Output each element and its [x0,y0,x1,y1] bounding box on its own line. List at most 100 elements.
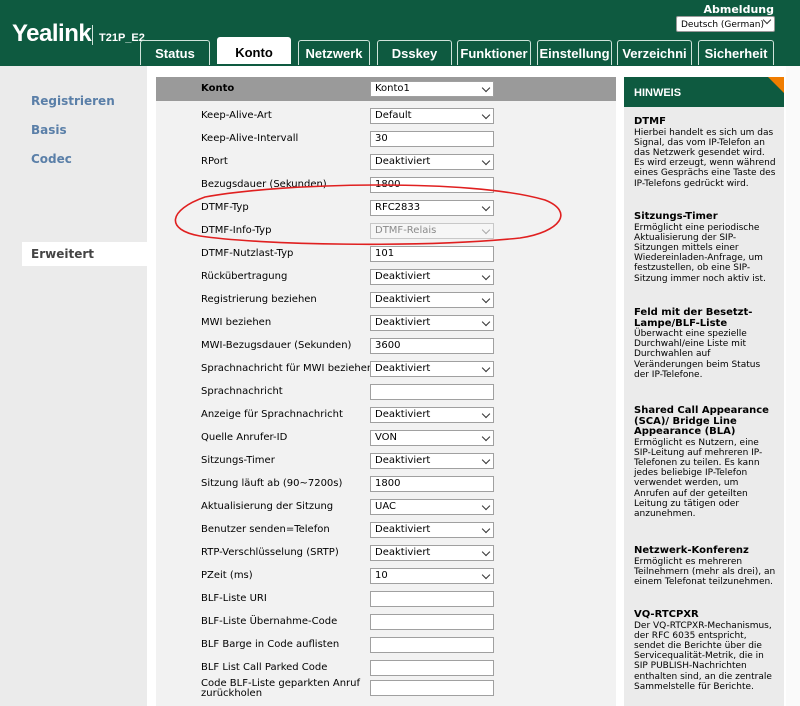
field-value: 3600 [375,340,401,351]
logout-link[interactable]: Abmeldung [704,3,775,16]
top-header: Yealink T21P_E2 Abmeldung Deutsch (Germa… [0,0,800,66]
setting-select[interactable]: Deaktiviert [370,407,494,423]
sidebar-item-codec[interactable]: Codec [31,152,72,166]
sidebar: Registrieren Basis Codec Erweitert [0,66,147,706]
setting-input[interactable]: 1800 [370,476,494,492]
page-scrollbar[interactable] [786,66,800,706]
setting-input[interactable] [370,384,494,400]
setting-select[interactable]: Deaktiviert [370,361,494,377]
field-value: Deaktiviert [375,455,431,466]
field-value: Deaktiviert [375,524,431,535]
hint-section-text: Ermöglicht es Nutzern, eine SIP-Leitung … [634,437,763,519]
setting-input[interactable]: 101 [370,246,494,262]
tab-einstellung[interactable]: Einstellung [537,40,612,65]
row-label: BLF-Liste Übernahme-Code [201,616,338,627]
row-label: RTP-Verschlüsselung (SRTP) [201,547,339,558]
chevron-down-icon [481,271,491,281]
chevron-down-icon [481,156,491,166]
hint-header: HINWEIS [624,77,784,107]
settings-panel: Konto Konto1 Keep-Alive-Art Default Keep-A… [156,77,616,706]
row-label: Code BLF-Liste geparkten Anruf zurückhol… [201,678,360,699]
chevron-down-icon [481,317,491,327]
chevron-down-icon [481,294,491,304]
hint-corner-decoration [768,77,784,93]
chevron-down-icon [481,110,491,120]
row-label: Quelle Anrufer-ID [201,432,288,443]
tab-sicherheit[interactable]: Sicherheit [698,40,774,65]
hint-section-vq-rtcpxr: VQ-RTCPXR Der VQ-RTCPXR-Mechanismus, der … [634,609,776,692]
tab-verzeichnis[interactable]: Verzeichni [617,40,692,65]
chevron-down-icon [481,202,491,212]
setting-input[interactable]: 1800 [370,177,494,193]
field-value: Default [375,110,412,121]
sidebar-item-erweitert[interactable]: Erweitert [22,242,147,266]
hint-section-session-timer: Sitzungs-Timer Ermöglicht eine periodisch… [634,211,776,284]
tab-dsskey[interactable]: Dsskey [377,40,452,65]
row-label: DTMF-Info-Typ [201,225,272,236]
field-value: Deaktiviert [375,363,431,374]
chevron-down-icon [481,409,491,419]
chevron-down-icon [481,83,491,93]
setting-input[interactable] [370,637,494,653]
hint-section-title: Shared Call Appearance (SCA)/ Bridge Lin… [634,405,769,437]
hint-section-text: Der VQ-RTCPXR-Mechanismus, der RFC 6035 … [634,620,772,692]
chevron-down-icon [481,363,491,373]
setting-select[interactable]: Deaktiviert [370,292,494,308]
logo-divider [92,25,93,45]
field-value: 1800 [375,179,401,190]
field-value: UAC [375,501,396,512]
field-value: 30 [375,133,388,144]
row-label: BLF-Liste URI [201,593,267,604]
setting-input[interactable]: 30 [370,131,494,147]
sidebar-item-basis[interactable]: Basis [31,123,67,137]
row-label: MWI-Bezugsdauer (Sekunden) [201,340,352,351]
field-value: Deaktiviert [375,271,431,282]
tab-status[interactable]: Status [140,40,210,65]
row-label: Rückübertragung [201,271,288,282]
setting-input[interactable] [370,680,494,696]
setting-input[interactable] [370,660,494,676]
hint-section-text: Ermöglicht eine periodische Aktualisieru… [634,222,766,284]
row-label: Aktualisierung der Sitzung [201,501,334,512]
field-value: RFC2833 [375,202,421,213]
setting-select[interactable]: Deaktiviert [370,154,494,170]
chevron-down-icon [481,455,491,465]
row-label: Sitzungs-Timer [201,455,275,466]
row-label: Sprachnachricht für MWI beziehen [201,363,374,374]
hint-section-conference: Netzwerk-Konferenz Ermöglicht es mehreren… [634,545,776,587]
field-value: Deaktiviert [375,409,431,420]
language-select[interactable]: Deutsch (German) [676,15,775,32]
field-value: VON [375,432,398,443]
setting-input[interactable] [370,591,494,607]
sidebar-item-registrieren[interactable]: Registrieren [31,94,115,108]
account-value: Konto1 [375,83,410,94]
account-label: Konto [201,83,235,94]
setting-select[interactable]: Deaktiviert [370,453,494,469]
setting-select[interactable]: Deaktiviert [370,545,494,561]
setting-input[interactable]: 3600 [370,338,494,354]
row-label: Bezugsdauer (Sekunden) [201,179,327,190]
setting-select[interactable]: Default [370,108,494,124]
setting-select[interactable]: Deaktiviert [370,315,494,331]
setting-select[interactable]: Deaktiviert [370,522,494,538]
field-value: Deaktiviert [375,294,431,305]
hint-section-title: VQ-RTCPXR [634,609,699,620]
tab-konto[interactable]: Konto [217,37,291,64]
setting-select[interactable]: RFC2833 [370,200,494,216]
row-label: MWI beziehen [201,317,272,328]
setting-select[interactable]: Deaktiviert [370,269,494,285]
setting-select[interactable]: VON [370,430,494,446]
setting-select: DTMF-Relais [370,223,494,239]
chevron-down-icon [481,501,491,511]
field-value: DTMF-Relais [375,225,437,236]
setting-input[interactable] [370,614,494,630]
account-select[interactable]: Konto1 [370,81,494,97]
tab-funktionen[interactable]: Funktioner [457,40,531,65]
tab-netzwerk[interactable]: Netzwerk [298,40,370,65]
setting-select[interactable]: 10 [370,568,494,584]
row-label: Benutzer senden=Telefon [201,524,330,535]
setting-select[interactable]: UAC [370,499,494,515]
chevron-down-icon [481,432,491,442]
hint-section-title: Netzwerk-Konferenz [634,545,749,556]
row-label: DTMF-Nutzlast-Typ [201,248,294,259]
